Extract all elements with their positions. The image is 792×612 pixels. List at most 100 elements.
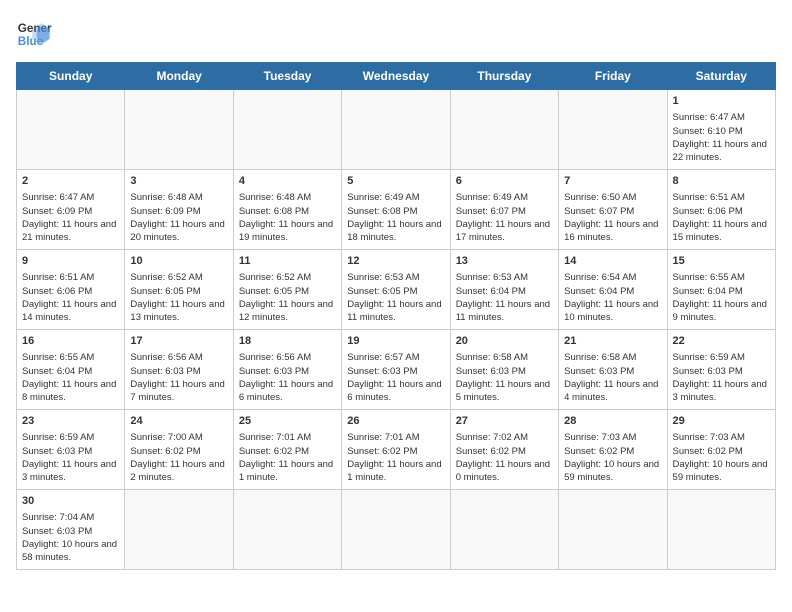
calendar-cell: 20Sunrise: 6:58 AMSunset: 6:03 PMDayligh…: [450, 330, 558, 410]
calendar-cell: 19Sunrise: 6:57 AMSunset: 6:03 PMDayligh…: [342, 330, 450, 410]
day-number: 10: [130, 254, 227, 269]
daylight-text: Daylight: 11 hours and 5 minutes.: [456, 378, 553, 405]
daylight-text: Daylight: 11 hours and 7 minutes.: [130, 378, 227, 405]
sunset-text: Sunset: 6:03 PM: [673, 365, 770, 378]
calendar-cell: [233, 90, 341, 170]
daylight-text: Daylight: 11 hours and 9 minutes.: [673, 298, 770, 325]
calendar-cell: 12Sunrise: 6:53 AMSunset: 6:05 PMDayligh…: [342, 250, 450, 330]
day-number: 2: [22, 174, 119, 189]
calendar-cell: 6 Sunrise: 6:49 AMSunset: 6:07 PMDaylight…: [450, 170, 558, 250]
calendar-cell: 7Sunrise: 6:50 AMSunset: 6:07 PMDaylight…: [559, 170, 667, 250]
calendar-cell: 28Sunrise: 7:03 AMSunset: 6:02 PMDayligh…: [559, 410, 667, 490]
day-number: 7: [564, 174, 661, 189]
daylight-text: Daylight: 10 hours and 58 minutes.: [22, 538, 119, 565]
day-number: 20: [456, 334, 553, 349]
day-number: 21: [564, 334, 661, 349]
calendar-cell: [125, 490, 233, 570]
sunrise-text: Sunrise: 7:02 AM: [456, 431, 553, 444]
day-header-saturday: Saturday: [667, 63, 775, 90]
daylight-text: Daylight: 11 hours and 3 minutes.: [22, 458, 119, 485]
sunrise-text: Sunrise: 7:01 AM: [239, 431, 336, 444]
daylight-text: Daylight: 11 hours and 16 minutes.: [564, 218, 661, 245]
daylight-text: Daylight: 10 hours and 59 minutes.: [673, 458, 770, 485]
sunset-text: Sunset: 6:02 PM: [347, 445, 444, 458]
sunset-text: Sunset: 6:05 PM: [239, 285, 336, 298]
sunrise-text: Sunrise: 7:03 AM: [673, 431, 770, 444]
calendar-cell: [667, 490, 775, 570]
day-number: 6: [456, 174, 553, 189]
sunset-text: Sunset: 6:02 PM: [564, 445, 661, 458]
sunrise-text: Sunrise: 7:00 AM: [130, 431, 227, 444]
calendar-cell: 27 Sunrise: 7:02 AMSunset: 6:02 PMDayligh…: [450, 410, 558, 490]
page-header: General Blue: [16, 16, 776, 52]
daylight-text: Daylight: 11 hours and 15 minutes.: [673, 218, 770, 245]
sunset-text: Sunset: 6:03 PM: [564, 365, 661, 378]
sunrise-text: Sunrise: 6:50 AM: [564, 191, 661, 204]
sunrise-text: Sunrise: 6:52 AM: [239, 271, 336, 284]
day-number: 26: [347, 414, 444, 429]
daylight-text: Daylight: 11 hours and 1 minute.: [347, 458, 444, 485]
sunrise-text: Sunrise: 6:54 AM: [564, 271, 661, 284]
day-number: 18: [239, 334, 336, 349]
sunrise-text: Sunrise: 6:48 AM: [239, 191, 336, 204]
calendar-cell: [342, 90, 450, 170]
day-number: 8: [673, 174, 770, 189]
sunset-text: Sunset: 6:09 PM: [22, 205, 119, 218]
calendar-cell: 13Sunrise: 6:53 AMSunset: 6:04 PMDayligh…: [450, 250, 558, 330]
daylight-text: Daylight: 11 hours and 4 minutes.: [564, 378, 661, 405]
calendar-cell: [17, 90, 125, 170]
daylight-text: Daylight: 11 hours and 0 minutes.: [456, 458, 553, 485]
sunrise-text: Sunrise: 6:56 AM: [130, 351, 227, 364]
day-number: 9: [22, 254, 119, 269]
sunset-text: Sunset: 6:08 PM: [239, 205, 336, 218]
daylight-text: Daylight: 11 hours and 19 minutes.: [239, 218, 336, 245]
calendar-cell: 14Sunrise: 6:54 AMSunset: 6:04 PMDayligh…: [559, 250, 667, 330]
sunset-text: Sunset: 6:03 PM: [22, 525, 119, 538]
day-number: 25: [239, 414, 336, 429]
daylight-text: Daylight: 11 hours and 18 minutes.: [347, 218, 444, 245]
calendar-cell: [450, 490, 558, 570]
sunrise-text: Sunrise: 6:51 AM: [22, 271, 119, 284]
sunset-text: Sunset: 6:02 PM: [456, 445, 553, 458]
sunset-text: Sunset: 6:04 PM: [564, 285, 661, 298]
day-number: 28: [564, 414, 661, 429]
sunrise-text: Sunrise: 7:04 AM: [22, 511, 119, 524]
day-number: 30: [22, 494, 119, 509]
sunrise-text: Sunrise: 6:49 AM: [456, 191, 553, 204]
day-number: 29: [673, 414, 770, 429]
calendar-cell: 10Sunrise: 6:52 AMSunset: 6:05 PMDayligh…: [125, 250, 233, 330]
day-number: 23: [22, 414, 119, 429]
calendar-cell: 3Sunrise: 6:48 AMSunset: 6:09 PMDaylight…: [125, 170, 233, 250]
sunrise-text: Sunrise: 6:51 AM: [673, 191, 770, 204]
calendar-cell: 23Sunrise: 6:59 AMSunset: 6:03 PMDayligh…: [17, 410, 125, 490]
calendar-cell: [125, 90, 233, 170]
day-number: 1: [673, 94, 770, 109]
day-number: 27: [456, 414, 553, 429]
sunset-text: Sunset: 6:05 PM: [347, 285, 444, 298]
calendar-cell: 9Sunrise: 6:51 AMSunset: 6:06 PMDaylight…: [17, 250, 125, 330]
daylight-text: Daylight: 11 hours and 3 minutes.: [673, 378, 770, 405]
daylight-text: Daylight: 11 hours and 12 minutes.: [239, 298, 336, 325]
logo-icon: General Blue: [16, 16, 52, 52]
calendar-cell: 26Sunrise: 7:01 AMSunset: 6:02 PMDayligh…: [342, 410, 450, 490]
calendar-cell: 15Sunrise: 6:55 AMSunset: 6:04 PMDayligh…: [667, 250, 775, 330]
sunset-text: Sunset: 6:07 PM: [456, 205, 553, 218]
sunset-text: Sunset: 6:09 PM: [130, 205, 227, 218]
sunrise-text: Sunrise: 7:03 AM: [564, 431, 661, 444]
sunrise-text: Sunrise: 6:53 AM: [456, 271, 553, 284]
day-number: 14: [564, 254, 661, 269]
calendar-cell: [450, 90, 558, 170]
sunset-text: Sunset: 6:02 PM: [239, 445, 336, 458]
calendar-header: SundayMondayTuesdayWednesdayThursdayFrid…: [17, 63, 776, 90]
sunset-text: Sunset: 6:04 PM: [456, 285, 553, 298]
calendar-cell: [342, 490, 450, 570]
calendar-cell: [233, 490, 341, 570]
calendar-cell: 11Sunrise: 6:52 AMSunset: 6:05 PMDayligh…: [233, 250, 341, 330]
sunset-text: Sunset: 6:02 PM: [130, 445, 227, 458]
daylight-text: Daylight: 11 hours and 11 minutes.: [347, 298, 444, 325]
sunset-text: Sunset: 6:03 PM: [22, 445, 119, 458]
logo: General Blue: [16, 16, 56, 52]
sunset-text: Sunset: 6:08 PM: [347, 205, 444, 218]
daylight-text: Daylight: 11 hours and 17 minutes.: [456, 218, 553, 245]
daylight-text: Daylight: 11 hours and 21 minutes.: [22, 218, 119, 245]
